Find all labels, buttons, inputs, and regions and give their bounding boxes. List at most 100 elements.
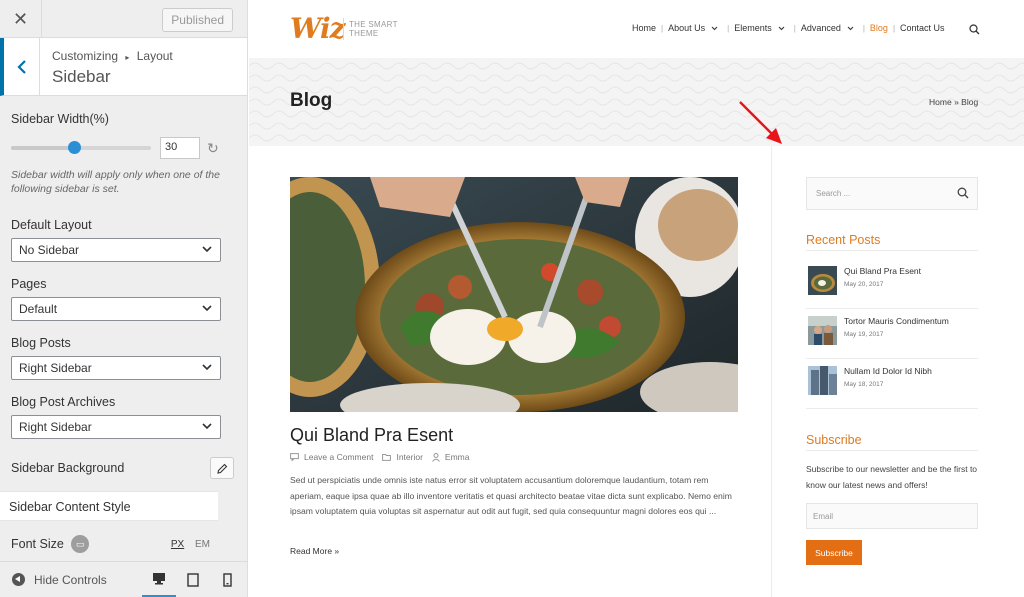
customizer-topbar: ✕ Published <box>0 0 247 38</box>
nav-blog-label: Blog <box>869 23 888 33</box>
subscribe-button[interactable]: Subscribe <box>806 540 862 565</box>
edit-background-button[interactable] <box>210 457 234 479</box>
folder-icon <box>382 454 392 461</box>
nav-home-label: Home <box>632 23 657 33</box>
chevron-down-icon <box>202 246 212 253</box>
chevron-down-icon <box>778 26 785 30</box>
widget-title-underline <box>806 450 978 451</box>
slider-fill <box>11 146 74 150</box>
unit-em-button[interactable]: EM <box>195 539 210 550</box>
nav-about[interactable]: About Us <box>668 23 722 33</box>
sidebar-width-slider[interactable] <box>11 141 151 154</box>
recent-post-item[interactable]: Nullam Id Dolor Id Nibh May 18, 2017 <box>806 359 978 409</box>
recent-post-title[interactable]: Qui Bland Pra Esent <box>844 266 921 276</box>
page-title-banner <box>249 58 1024 146</box>
people-thumbnail-icon <box>808 316 837 345</box>
nav-elements[interactable]: Elements <box>734 23 789 33</box>
mobile-preview-button[interactable] <box>210 562 244 597</box>
nav-advanced[interactable]: Advanced <box>801 23 858 33</box>
pages-select[interactable]: Default <box>11 297 221 321</box>
chevron-down-icon <box>847 26 854 30</box>
nav-blog[interactable]: Blog <box>870 23 888 33</box>
chevron-down-icon <box>711 26 718 30</box>
sidebar-content-style-label: Sidebar Content Style <box>9 500 131 514</box>
blog-posts-select[interactable]: Right Sidebar <box>11 356 221 380</box>
nav-separator: | <box>862 23 865 33</box>
slider-handle[interactable] <box>68 141 81 154</box>
responsive-toggle-icon[interactable]: ▭ <box>71 535 90 553</box>
recent-post-date: May 19, 2017 <box>844 331 884 338</box>
hide-controls-label: Hide Controls <box>34 572 107 587</box>
breadcrumb-current: Blog <box>961 97 979 107</box>
desktop-icon <box>153 572 165 584</box>
recent-post-date: May 20, 2017 <box>844 281 884 288</box>
read-more-link[interactable]: Read More » <box>290 546 339 556</box>
nav-about-label: About Us <box>668 23 706 33</box>
recent-post-title[interactable]: Nullam Id Dolor Id Nibh <box>844 366 932 376</box>
unit-px-button[interactable]: PX <box>171 539 184 550</box>
sidebar-content-style-section[interactable]: Sidebar Content Style <box>0 491 218 521</box>
breadcrumb-section: Layout <box>136 49 173 63</box>
recent-post-item[interactable]: Qui Bland Pra Esent May 20, 2017 <box>806 259 978 309</box>
post-author-text: Emma <box>444 452 470 462</box>
search-icon[interactable] <box>969 24 980 35</box>
post-author-link[interactable]: Emma <box>432 452 470 462</box>
content-sidebar-divider <box>771 146 772 597</box>
nav-home[interactable]: Home <box>632 23 656 33</box>
search-icon[interactable] <box>957 187 969 199</box>
site-preview: Wiz THE SMART THEME Home | About Us | El… <box>249 0 1024 597</box>
blog-post-archives-value: Right Sidebar <box>19 420 92 434</box>
default-layout-label: Default Layout <box>11 218 92 232</box>
email-field[interactable]: Email <box>806 503 978 529</box>
chevron-left-icon <box>16 60 26 74</box>
sidebar-width-input[interactable]: 30 <box>160 137 200 159</box>
user-icon <box>432 452 440 462</box>
sidebar-width-description: Sidebar width will apply only when one o… <box>11 169 220 195</box>
widget-title-underline <box>806 250 978 251</box>
post-category-text: Interior <box>396 452 423 462</box>
chevron-down-icon <box>202 305 212 312</box>
post-featured-image[interactable] <box>290 177 738 412</box>
nav-contact-label: Contact Us <box>900 23 945 33</box>
close-icon: ✕ <box>12 8 29 29</box>
default-layout-select[interactable]: No Sidebar <box>11 238 221 262</box>
recent-posts-title: Recent Posts <box>806 233 881 247</box>
tagline-line-2: THEME <box>349 29 379 38</box>
site-logo[interactable]: Wiz <box>290 12 345 45</box>
post-category-link[interactable]: Interior <box>382 452 423 462</box>
post-comment-link[interactable]: Leave a Comment <box>290 452 373 462</box>
annotation-arrow <box>739 101 782 144</box>
published-button[interactable]: Published <box>162 8 233 32</box>
breadcrumb-home-link[interactable]: Home <box>929 97 952 107</box>
nav-separator: | <box>892 23 896 33</box>
recent-post-thumbnail[interactable] <box>808 316 837 345</box>
close-customizer-button[interactable]: ✕ <box>0 0 42 38</box>
sidebar-search-input[interactable]: Search ... <box>806 177 978 210</box>
recent-post-thumbnail[interactable] <box>808 366 837 395</box>
tablet-preview-button[interactable] <box>176 562 210 597</box>
wave-pattern <box>249 58 1024 146</box>
recent-post-title[interactable]: Tortor Mauris Condimentum <box>844 316 949 326</box>
post-title[interactable]: Qui Bland Pra Esent <box>290 425 453 446</box>
customizer-panel: ✕ Published Customizing ▸ Layout Sidebar… <box>0 0 248 597</box>
chevron-down-icon <box>202 364 212 371</box>
logo-tagline: THE SMART THEME <box>349 20 398 38</box>
search-placeholder: Search ... <box>816 189 851 198</box>
font-size-label: Font Size <box>11 537 64 552</box>
blog-posts-value: Right Sidebar <box>19 361 92 375</box>
nav-contact[interactable]: Contact Us <box>900 23 945 33</box>
pages-value: Default <box>19 302 58 316</box>
section-title: Sidebar <box>52 67 111 86</box>
nav-advanced-label: Advanced <box>800 23 841 33</box>
customizer-footer: Hide Controls <box>0 561 247 597</box>
desktop-preview-button[interactable] <box>142 562 176 597</box>
nav-separator: | <box>727 23 730 33</box>
blog-post-archives-label: Blog Post Archives <box>11 395 116 409</box>
blog-post-archives-select[interactable]: Right Sidebar <box>11 415 221 439</box>
recent-post-item[interactable]: Tortor Mauris Condimentum May 19, 2017 <box>806 309 978 359</box>
reset-icon[interactable]: ↻ <box>207 140 219 157</box>
site-breadcrumb: Home » Blog <box>929 97 978 107</box>
hide-controls-button[interactable]: Hide Controls <box>12 573 142 587</box>
back-button[interactable] <box>4 38 40 96</box>
recent-post-thumbnail[interactable] <box>808 266 837 295</box>
